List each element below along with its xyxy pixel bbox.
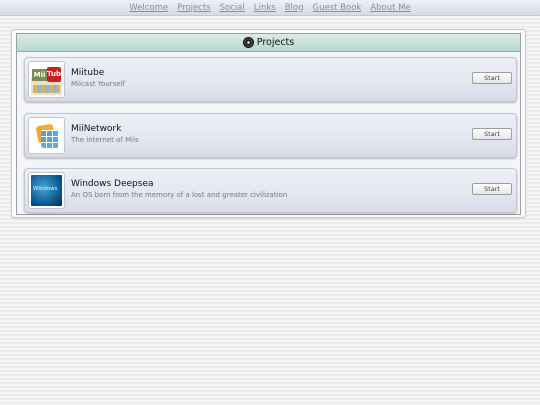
project-description: Miicast Yourself (71, 80, 125, 88)
miinetwork-thumbnail-frame[interactable] (28, 117, 65, 154)
nav-link-guest-book[interactable]: Guest Book (313, 3, 362, 13)
projects-window: Projects Mii Tub Miitube Miicast Yoursel… (16, 33, 521, 215)
miitube-thumbnail-frame[interactable]: Mii Tub (28, 61, 65, 98)
nav-link-social[interactable]: Social (220, 3, 245, 13)
miitube-thumbnail: Mii Tub (31, 64, 62, 95)
project-name: Windows Deepsea (71, 179, 154, 189)
windows-deepsea-thumbnail: Windows (31, 175, 62, 206)
nav-link-projects[interactable]: Projects (177, 3, 211, 13)
nav-link-welcome[interactable]: Welcome (129, 3, 168, 13)
project-description: The internet of Miis (71, 136, 139, 144)
miinetwork-thumbnail (31, 120, 62, 151)
projects-panel: Projects Mii Tub Miitube Miicast Yoursel… (11, 29, 526, 218)
windows-deepsea-thumbnail-frame[interactable]: Windows (28, 172, 65, 209)
disc-icon (242, 37, 254, 48)
top-navigation: Welcome Projects Social Links Blog Guest… (0, 0, 540, 16)
panel-title: Projects (256, 37, 295, 48)
nav-link-blog[interactable]: Blog (285, 3, 304, 13)
project-description: An OS born from the memory of a lost and… (71, 191, 288, 199)
start-button-miitube[interactable]: Start (472, 72, 512, 84)
projects-title-bar: Projects (17, 34, 520, 52)
project-item-miitube: Mii Tub Miitube Miicast Yourself Start (24, 57, 517, 102)
project-item-miinetwork: MiiNetwork The internet of Miis Start (24, 113, 517, 158)
project-name: MiiNetwork (71, 124, 122, 134)
nav-link-links[interactable]: Links (254, 3, 276, 13)
start-button-windows-deepsea[interactable]: Start (472, 183, 512, 195)
start-button-miinetwork[interactable]: Start (472, 128, 512, 140)
project-name: Miitube (71, 68, 105, 78)
project-item-windows-deepsea: Windows Windows Deepsea An OS born from … (24, 168, 517, 213)
nav-link-about-me[interactable]: About Me (370, 3, 410, 13)
